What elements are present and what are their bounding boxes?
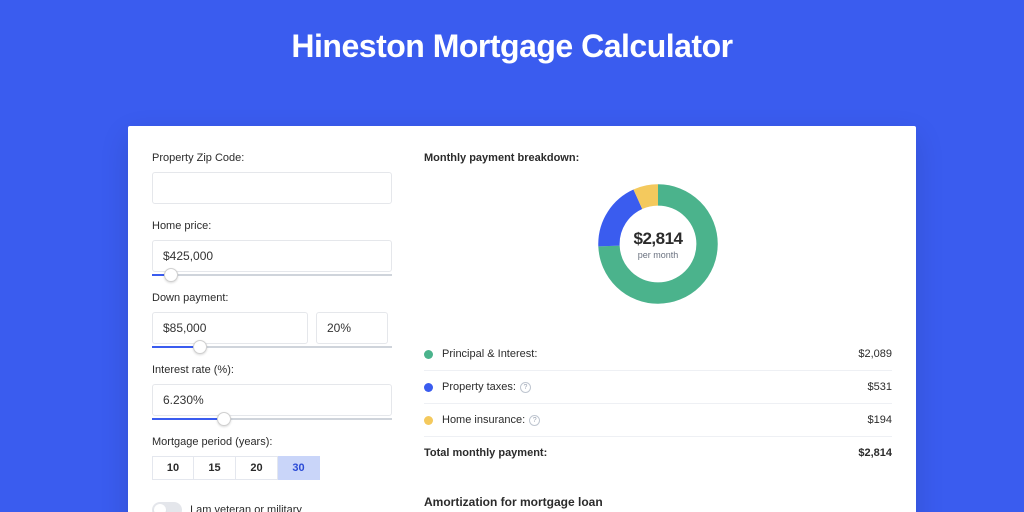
field-down-payment: Down payment: <box>152 292 400 348</box>
info-icon[interactable]: ? <box>520 382 531 393</box>
down-payment-slider-thumb[interactable] <box>193 340 207 354</box>
legend-pi-value: $2,089 <box>858 348 892 360</box>
down-payment-amount-input[interactable] <box>152 312 308 344</box>
veteran-row: I am veteran or military <box>152 502 400 512</box>
field-period: Mortgage period (years): 10 15 20 30 <box>152 436 400 480</box>
field-interest-rate: Interest rate (%): <box>152 364 400 420</box>
breakdown-panel: Monthly payment breakdown: $2,814 <box>400 126 916 512</box>
zip-input[interactable] <box>152 172 392 204</box>
period-10[interactable]: 10 <box>152 456 194 480</box>
down-payment-label: Down payment: <box>152 292 400 304</box>
donut-container: $2,814 per month <box>424 176 892 316</box>
interest-rate-label: Interest rate (%): <box>152 364 400 376</box>
legend-tax-label: Property taxes: <box>442 381 516 393</box>
info-icon[interactable]: ? <box>529 415 540 426</box>
period-20[interactable]: 20 <box>236 456 278 480</box>
breakdown-title: Monthly payment breakdown: <box>424 152 892 164</box>
veteran-toggle-knob <box>154 504 166 512</box>
period-15[interactable]: 15 <box>194 456 236 480</box>
legend-total-label: Total monthly payment: <box>424 447 547 459</box>
interest-rate-slider-thumb[interactable] <box>217 412 231 426</box>
calculator-card: Property Zip Code: Home price: Down paym… <box>128 126 916 512</box>
legend-tax-value: $531 <box>868 381 892 393</box>
donut-center: $2,814 per month <box>594 180 722 308</box>
interest-rate-input[interactable] <box>152 384 392 416</box>
page-title: Hineston Mortgage Calculator <box>0 0 1024 85</box>
period-options: 10 15 20 30 <box>152 456 400 480</box>
legend-pi-label: Principal & Interest: <box>442 348 537 360</box>
field-zip: Property Zip Code: <box>152 152 400 204</box>
period-30[interactable]: 30 <box>278 456 320 480</box>
veteran-toggle[interactable] <box>152 502 182 512</box>
zip-label: Property Zip Code: <box>152 152 400 164</box>
form-panel: Property Zip Code: Home price: Down paym… <box>128 126 400 512</box>
amortization-section: Amortization for mortgage loan Amortizat… <box>424 495 892 512</box>
legend: Principal & Interest: $2,089 Property ta… <box>424 338 892 469</box>
period-label: Mortgage period (years): <box>152 436 400 448</box>
donut-sub: per month <box>638 250 679 260</box>
field-home-price: Home price: <box>152 220 400 276</box>
home-price-input[interactable] <box>152 240 392 272</box>
amortization-title: Amortization for mortgage loan <box>424 495 892 509</box>
legend-pi: Principal & Interest: $2,089 <box>424 338 892 371</box>
home-price-slider[interactable] <box>152 274 392 276</box>
dot-tax <box>424 383 433 392</box>
dot-ins <box>424 416 433 425</box>
donut-chart: $2,814 per month <box>594 180 722 308</box>
legend-tax: Property taxes: ? $531 <box>424 371 892 404</box>
down-payment-percent-input[interactable] <box>316 312 388 344</box>
dot-pi <box>424 350 433 359</box>
page: Hineston Mortgage Calculator Property Zi… <box>0 0 1024 512</box>
legend-ins: Home insurance: ? $194 <box>424 404 892 437</box>
donut-amount: $2,814 <box>634 229 683 249</box>
legend-ins-label: Home insurance: <box>442 414 525 426</box>
legend-ins-value: $194 <box>868 414 892 426</box>
home-price-label: Home price: <box>152 220 400 232</box>
veteran-label: I am veteran or military <box>190 504 302 512</box>
legend-total-value: $2,814 <box>858 447 892 459</box>
interest-rate-slider[interactable] <box>152 418 392 420</box>
home-price-slider-thumb[interactable] <box>164 268 178 282</box>
interest-rate-slider-fill <box>152 418 224 420</box>
legend-total: Total monthly payment: $2,814 <box>424 437 892 469</box>
down-payment-slider[interactable] <box>152 346 392 348</box>
